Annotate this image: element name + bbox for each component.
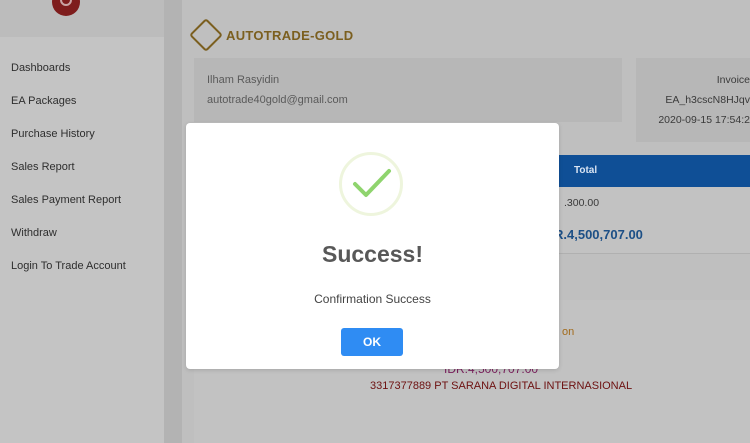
- success-dialog: Success! Confirmation Success OK: [186, 123, 559, 369]
- success-check-circle: [339, 152, 403, 216]
- check-icon: [353, 169, 391, 197]
- ok-button[interactable]: OK: [341, 328, 403, 356]
- dialog-message: Confirmation Success: [314, 292, 431, 306]
- dialog-title: Success!: [321, 241, 423, 267]
